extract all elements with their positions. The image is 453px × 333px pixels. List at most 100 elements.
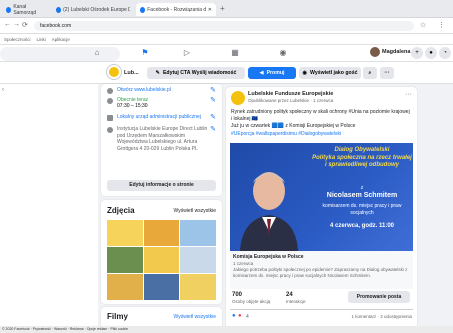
create-icon[interactable]: + [411, 47, 423, 59]
films-title: Filmy [107, 312, 128, 321]
tab-label: (2) Lubelski Ośrodek Europe Direct [63, 6, 130, 13]
photo-thumbnail[interactable] [180, 220, 216, 246]
flag-icon[interactable]: ⚑ [140, 48, 150, 58]
bookmark-item[interactable]: Społeczności [4, 37, 31, 42]
more-icon[interactable]: ··· [405, 91, 412, 98]
notifications-icon[interactable]: ◔ [439, 47, 451, 59]
messenger-icon[interactable]: ● [425, 47, 437, 59]
shared-text: Jakiego potrzeba polityki społecznej po … [233, 267, 408, 278]
photo-thumbnail[interactable] [180, 247, 216, 273]
category-link[interactable]: Lokalny urząd administracji publicznej [117, 114, 201, 121]
promote-post-button[interactable]: Promowanie posta [348, 291, 410, 303]
photo-thumbnail[interactable] [107, 220, 143, 246]
reload-icon[interactable]: ⟳ [22, 21, 28, 29]
browser-tab-bar: Kanał Samorząd (2) Lubelski Ośrodek Euro… [0, 0, 453, 18]
tag-icon [107, 115, 113, 121]
footer-strip: © 2020 Facebook · Prywatność · Warunki ·… [0, 326, 453, 333]
page-logo[interactable] [107, 65, 121, 79]
tab-favicon-icon [140, 6, 146, 13]
close-icon[interactable]: ✕ [208, 7, 212, 13]
clock-icon [107, 98, 113, 104]
search-input[interactable] [0, 47, 120, 61]
edit-cta-label: Edytuj CTA Wyślij wiadomość [162, 70, 237, 76]
reaction-count[interactable]: 4 [246, 314, 249, 320]
photos-card: Zdjęcia Wyświetl wszystkie [101, 200, 222, 304]
website-link[interactable]: Otwórz www.lubelskie.pl [117, 87, 171, 94]
edit-pencil-icon[interactable]: ✎ [210, 113, 216, 121]
tab-label: Facebook - Rozwiązania dla... [147, 6, 206, 13]
photo-thumbnail[interactable] [107, 274, 143, 300]
page-header: Lub... ✎ Edytuj CTA Wyślij wiadomość ◀ P… [0, 62, 453, 84]
bookmark-item[interactable]: Aplikacje [52, 37, 70, 42]
post-hashtags[interactable]: #UEporcja #wallspaperdisimu #Dialogobywa… [231, 131, 411, 137]
poster-with: z [360, 185, 364, 191]
promote-button[interactable]: ◀ Promuj [248, 67, 296, 79]
post-image[interactable]: Dialog Obywatelski Polityka społeczna na… [230, 143, 413, 251]
star-icon[interactable]: ☆ [420, 21, 426, 29]
avatar[interactable] [231, 91, 245, 105]
category-row: Lokalny urząd administracji publicznej [107, 114, 201, 121]
shared-post-preview[interactable]: Komisja Europejska w Polsce 1 czerwca Ja… [230, 251, 413, 289]
more-icon: ··· [384, 70, 390, 76]
promote-label: Promuj [266, 70, 285, 76]
edit-pencil-icon[interactable]: ✎ [210, 86, 216, 94]
groups-icon[interactable]: ◉ [278, 48, 288, 58]
menu-icon[interactable]: ⋮ [438, 21, 445, 29]
poster-role: komisarzem ds. miejsc pracy i praw socja… [322, 203, 402, 216]
poster-subtitle: Polityka społeczna na rzecz trwałej i sp… [312, 155, 412, 168]
reach-label: Osoby objęte akcją [232, 299, 271, 304]
tab-label: Kanał Samorząd [13, 3, 37, 16]
about-card: Otwórz www.lubelskie.pl ✎ Obecnie teraz … [101, 84, 222, 196]
engagement-value: 24 [286, 292, 293, 298]
search-page-button[interactable]: ⌕ [363, 67, 377, 79]
browser-tab[interactable]: Kanał Samorząd [2, 3, 50, 16]
edit-pencil-icon[interactable]: ✎ [210, 125, 216, 133]
description-text: Instytucja Lubelskie Europe Direct Lubli… [117, 126, 208, 152]
facebook-top-nav: ⌂ ⚑ ▷ ▦ ◉ Magdalena + ● ◔ [0, 45, 453, 62]
browser-tab-active[interactable]: Facebook - Rozwiązania dla... ✕ [136, 3, 216, 16]
post-author[interactable]: Lubelskie Fundusze Europejskie [248, 91, 333, 97]
photo-thumbnail[interactable] [143, 274, 180, 300]
shared-author[interactable]: Komisja Europejska w Polsce [233, 254, 304, 260]
right-gutter [420, 84, 453, 333]
bookmark-item[interactable]: Linki [37, 37, 46, 42]
poster-name: Nicolasem Schmitem [326, 192, 398, 199]
edit-pencil-icon[interactable]: ✎ [210, 96, 216, 104]
comments-shares-count[interactable]: 1 komentarz · 2 udostępnienia [351, 314, 412, 319]
marketplace-icon[interactable]: ▦ [230, 48, 240, 58]
profile-name: Magdalena [382, 49, 411, 55]
browser-tab[interactable]: (2) Lubelski Ośrodek Europe Direct [52, 3, 134, 16]
back-icon[interactable]: ← [4, 21, 11, 28]
love-reaction-icon: ● [238, 313, 242, 319]
poster-title: Dialog Obywatelski [334, 147, 390, 153]
photo-thumbnail[interactable] [143, 247, 180, 273]
website-row: Otwórz www.lubelskie.pl [107, 87, 171, 94]
photos-title: Zdjęcia [107, 206, 135, 215]
watch-icon[interactable]: ▷ [182, 48, 192, 58]
photo-thumbnail[interactable] [143, 220, 180, 246]
page-name[interactable]: Lub... [124, 70, 139, 76]
avatar [370, 47, 380, 57]
bookmarks-bar: Społeczności Linki Aplikacje [0, 34, 453, 45]
new-tab-icon[interactable]: + [220, 4, 225, 13]
edit-page-info-button[interactable]: Edytuj informacje o stronie [107, 180, 216, 191]
photo-thumbnail[interactable] [180, 274, 216, 300]
poster-date: 4 czerwca, godz. 11:00 [329, 223, 395, 229]
photo-thumbnail[interactable] [107, 247, 143, 273]
info-icon [107, 127, 113, 133]
reach-value: 700 [232, 292, 243, 298]
engagement-label: Interakcje [286, 299, 306, 304]
view-as-visitor-button[interactable]: ◉ Wyświetl jako gość [299, 67, 361, 79]
person-photo [240, 172, 298, 251]
profile-button[interactable]: Magdalena [370, 47, 410, 57]
edit-cta-button[interactable]: ✎ Edytuj CTA Wyślij wiadomość [147, 67, 245, 79]
more-options-button[interactable]: ··· [380, 67, 394, 79]
url-input[interactable]: facebook.com [34, 21, 414, 31]
post-text: Rynek zatrudniony polityk społeczny w sk… [231, 109, 410, 122]
forward-icon[interactable]: → [13, 21, 20, 28]
chevron-left-icon[interactable]: ‹ [2, 87, 4, 93]
see-all-photos-link[interactable]: Wyświetl wszystkie [174, 208, 216, 214]
description-row: Instytucja Lubelskie Europe Direct Lubli… [107, 126, 211, 152]
home-icon[interactable]: ⌂ [92, 48, 102, 58]
see-all-films-link[interactable]: Wyświetl wszystkie [174, 314, 216, 320]
